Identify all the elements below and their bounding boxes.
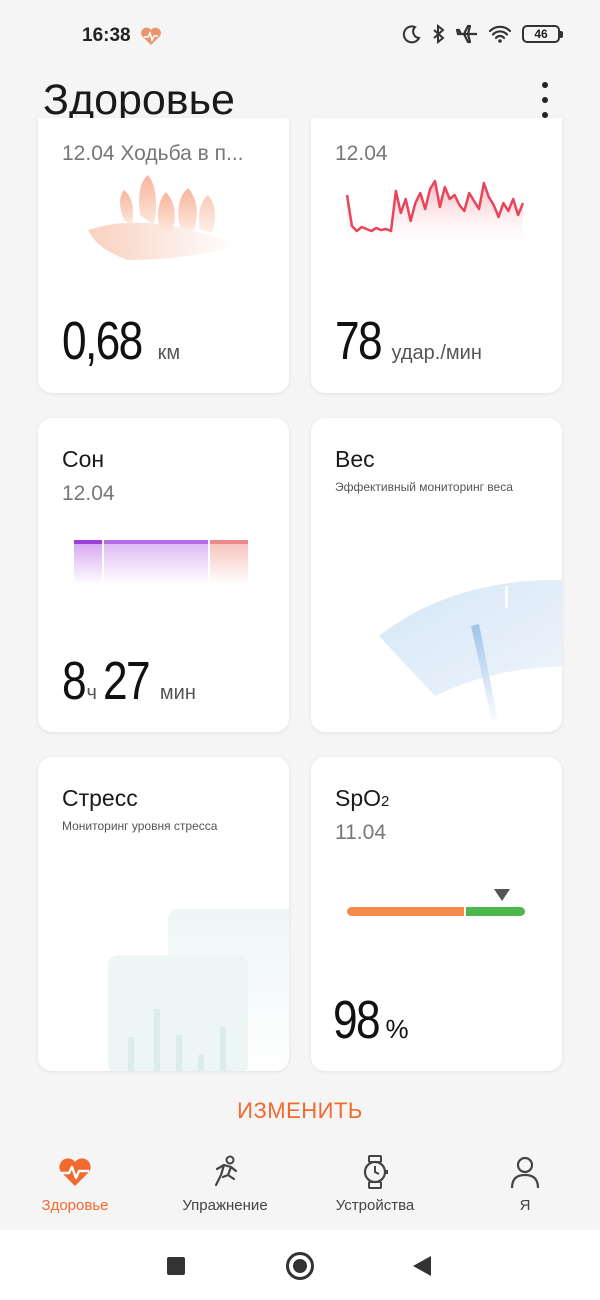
spo2-value-row: 98 %	[333, 989, 409, 1051]
dot-icon	[542, 82, 548, 88]
walking-card[interactable]: 12.04 Ходьба в п... 0,68 км	[38, 118, 289, 393]
battery-level: 46	[534, 27, 548, 41]
home-inner-circle	[293, 1259, 307, 1273]
spo2-value: 98	[333, 990, 381, 1050]
sleep-date: 12.04	[62, 482, 115, 505]
spo2-range-bar	[347, 889, 525, 916]
walking-distance-unit: км	[157, 342, 181, 364]
stress-title: Стресс	[62, 785, 138, 811]
sleep-chart	[74, 540, 248, 584]
spo2-card[interactable]: SpO2 11.04 98 %	[311, 757, 562, 1071]
spo2-title-main: SpO	[335, 785, 382, 811]
bluetooth-icon	[433, 24, 445, 44]
spo2-unit: %	[385, 1014, 409, 1044]
spo2-date: 11.04	[335, 821, 386, 844]
heart-rate-chart	[345, 179, 525, 253]
sleep-hours-unit: ч	[86, 682, 97, 704]
sleep-minutes-value: 27	[103, 651, 151, 711]
walking-distance-value: 0,68	[62, 311, 143, 371]
dot-icon	[542, 97, 548, 103]
tab-exercise[interactable]: Упражнение	[150, 1145, 300, 1231]
more-options-button[interactable]	[532, 78, 558, 122]
status-bar: 16:38 46	[0, 0, 600, 70]
watch-icon	[363, 1155, 388, 1189]
tab-health-label: Здоровье	[41, 1197, 109, 1214]
tab-me-label: Я	[519, 1197, 531, 1214]
walking-illustration	[88, 175, 238, 260]
back-button[interactable]	[413, 1256, 431, 1276]
weight-card[interactable]: Вес Эффективный мониторинг веса	[311, 418, 562, 732]
sleep-value-row: 8 ч 27 мин	[62, 650, 196, 712]
tab-health[interactable]: Здоровье	[0, 1145, 150, 1231]
tab-me[interactable]: Я	[450, 1145, 600, 1231]
edit-button[interactable]: ИЗМЕНИТЬ	[0, 1098, 600, 1124]
weight-gauge-illustration	[379, 579, 562, 726]
home-button[interactable]	[286, 1252, 314, 1280]
airplane-icon	[456, 24, 477, 44]
spo2-title-sub: 2	[381, 793, 390, 810]
sleep-title: Сон	[62, 446, 105, 472]
spo2-level-marker	[493, 889, 510, 901]
battery-icon: 46	[522, 25, 563, 43]
tab-exercise-label: Упражнение	[182, 1197, 268, 1214]
person-icon	[510, 1156, 540, 1189]
stress-illustration	[108, 909, 289, 1071]
status-time: 16:38	[82, 25, 131, 46]
stress-subtitle: Мониторинг уровня стресса	[62, 819, 218, 833]
walking-value-row: 0,68 км	[62, 310, 180, 372]
spo2-range-low	[347, 907, 464, 916]
stress-card[interactable]: Стресс Мониторинг уровня стресса	[38, 757, 289, 1071]
heart-pulse-icon	[59, 1158, 91, 1186]
sleep-card[interactable]: Сон 12.04 8 ч 27 мин	[38, 418, 289, 732]
system-navigation-bar	[0, 1230, 600, 1300]
weight-subtitle: Эффективный мониторинг веса	[335, 480, 513, 494]
weight-title: Вес	[335, 446, 375, 472]
heart-rate-value-row: 78 удар./мин	[335, 310, 482, 372]
spo2-title: SpO2	[335, 785, 389, 812]
moon-icon	[402, 25, 421, 44]
tab-devices-label: Устройства	[335, 1197, 415, 1214]
status-icons: 46	[402, 24, 563, 44]
heart-rate-unit: удар./мин	[391, 342, 482, 364]
tab-devices[interactable]: Устройства	[300, 1145, 450, 1231]
heart-rate-value: 78	[335, 311, 383, 371]
sleep-hours-value: 8	[62, 651, 87, 711]
recents-button[interactable]	[167, 1257, 185, 1275]
heart-rate-date: 12.04	[335, 142, 388, 165]
running-icon	[214, 1155, 238, 1187]
heart-rate-card[interactable]: 12.04 78 удар./мин	[311, 118, 562, 393]
walking-date-label: 12.04 Ходьба в п...	[62, 142, 244, 165]
bottom-tab-bar: Здоровье Упражнение Устройства Я	[0, 1145, 600, 1231]
wifi-icon	[488, 25, 512, 43]
sleep-minutes-unit: мин	[159, 682, 196, 704]
health-app-status-icon	[141, 27, 161, 45]
spo2-range-normal	[466, 907, 525, 916]
